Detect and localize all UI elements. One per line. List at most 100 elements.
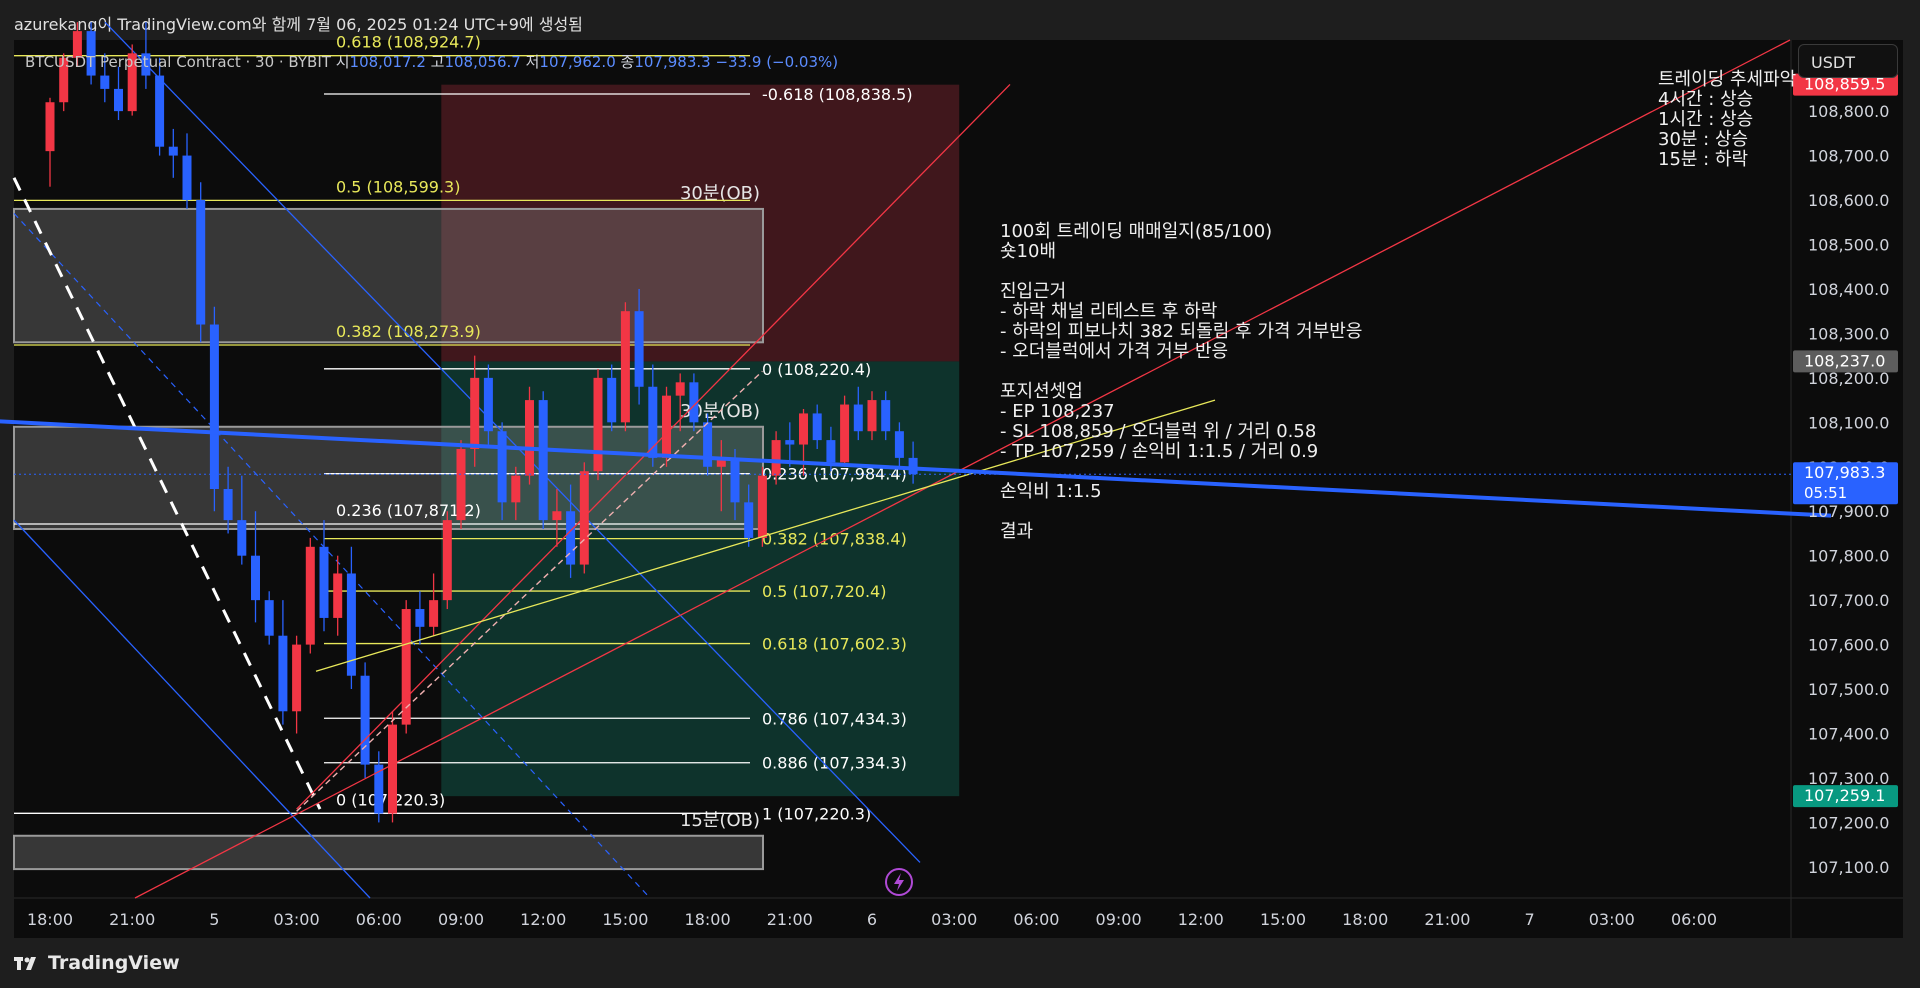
bar-countdown: 05:51 xyxy=(1804,484,1847,502)
note-line: 숏10배 xyxy=(1000,241,1057,262)
candle-body xyxy=(155,75,165,147)
candle-body xyxy=(237,520,247,556)
price-axis-tick: 107,500.0 xyxy=(1808,680,1889,699)
candle-body xyxy=(497,431,507,503)
candle-body xyxy=(100,75,110,89)
candle-body xyxy=(429,600,439,627)
candle-body xyxy=(894,431,904,458)
price-axis-tick: 107,900.0 xyxy=(1808,502,1889,521)
candle-body xyxy=(730,457,740,503)
low-label: 저 xyxy=(525,53,540,71)
candle-body xyxy=(333,573,343,618)
ohlc-legend: BTCUSDT Perpetual Contract · 30 · BYBIT … xyxy=(25,51,838,72)
fib-level-label: 0.786 (107,434.3) xyxy=(762,709,907,728)
note-line: - 오더블럭에서 가격 거부 반응 xyxy=(1000,341,1229,362)
candle-body xyxy=(607,377,617,423)
time-axis-label: 5 xyxy=(209,910,219,929)
candle-body xyxy=(251,555,260,601)
candle-body xyxy=(264,600,274,636)
tradingview-logo[interactable]: TradingView xyxy=(14,952,180,974)
time-axis-label: 21:00 xyxy=(109,910,155,929)
time-axis-label: 21:00 xyxy=(767,910,813,929)
time-axis-label: 7 xyxy=(1525,910,1535,929)
candle-body xyxy=(223,489,233,521)
price-axis-tick: 108,400.0 xyxy=(1808,280,1889,299)
candle-body xyxy=(442,520,452,601)
price-tag-text: 107,983.3 xyxy=(1804,463,1885,482)
price-axis-tick: 108,100.0 xyxy=(1808,413,1889,432)
note-line: 손익비 1:1.5 xyxy=(1000,481,1102,502)
trend-line: 1시간 : 상승 xyxy=(1658,109,1754,130)
time-axis-label: 15:00 xyxy=(1260,910,1306,929)
trend-line: 15분 : 하락 xyxy=(1658,149,1749,170)
candle-body xyxy=(593,377,603,472)
time-axis-label: 15:00 xyxy=(602,910,648,929)
candle-body xyxy=(292,644,302,712)
candle-body xyxy=(360,675,370,765)
tradingview-logo-icon xyxy=(14,957,36,970)
time-axis-label: 12:00 xyxy=(520,910,566,929)
candle-body xyxy=(662,395,671,458)
fib-level-label: 1 (107,220.3) xyxy=(762,804,871,823)
time-axis-label: 06:00 xyxy=(356,910,402,929)
candle-body xyxy=(305,546,315,645)
price-axis-tick: 107,200.0 xyxy=(1808,813,1889,832)
time-axis-label: 21:00 xyxy=(1424,910,1470,929)
order-block-box xyxy=(13,834,764,871)
time-axis-label: 03:00 xyxy=(274,910,320,929)
currency-button[interactable]: USDT xyxy=(1798,44,1898,78)
fib-level-label: 0 (108,220.4) xyxy=(762,360,871,379)
candle-body xyxy=(867,400,877,432)
note-line: 100회 트레이딩 매매일지(85/100) xyxy=(1000,221,1273,242)
open-value: 108,017.2 xyxy=(349,53,426,71)
candle-body xyxy=(853,404,863,432)
candle-body xyxy=(757,475,767,538)
candle-body xyxy=(278,635,288,712)
candle-body xyxy=(319,546,329,618)
price-axis-tick: 107,800.0 xyxy=(1808,547,1889,566)
time-axis-label: 06:00 xyxy=(1013,910,1059,929)
candle-body xyxy=(812,413,822,441)
candle-body xyxy=(114,88,123,112)
candle-body xyxy=(388,724,397,814)
candle-body xyxy=(634,311,644,387)
change-value: −33.9 (−0.03%) xyxy=(715,53,839,71)
time-axis-label: 6 xyxy=(867,910,877,929)
fib-level-label: 0.382 (107,838.4) xyxy=(762,530,907,549)
note-line: - TP 107,259 / 손익비 1:1.5 / 거리 0.9 xyxy=(1000,441,1319,462)
candle-body xyxy=(525,400,534,476)
price-chart[interactable]: 30분(OB)30분(OB)15분(OB) 0.618 (108,924.7)0… xyxy=(0,0,1920,988)
candle-body xyxy=(579,471,589,565)
close-label: 종 xyxy=(620,53,635,71)
candle-body xyxy=(744,502,754,538)
candle-body xyxy=(620,311,630,423)
trend-title: 트레이딩 추세파악 xyxy=(1658,69,1797,90)
price-axis-tick: 107,100.0 xyxy=(1808,858,1889,877)
open-label: 시 xyxy=(335,53,350,71)
fib-level-label: 0.618 (107,602.3) xyxy=(762,635,907,654)
time-axis-label: 06:00 xyxy=(1671,910,1717,929)
candle-body xyxy=(771,440,781,476)
candle-body xyxy=(209,324,219,490)
candle-body xyxy=(483,377,493,432)
note-line: - 하락의 피보나치 382 되돌림 후 가격 거부반응 xyxy=(1000,321,1363,342)
trade-note: 100회 트레이딩 매매일지(85/100) 숏10배 진입근거 - 하락 채널… xyxy=(1000,222,1362,542)
price-axis-tick: 107,700.0 xyxy=(1808,591,1889,610)
candle-body xyxy=(840,404,850,463)
price-axis-tick: 107,400.0 xyxy=(1808,725,1889,744)
fib-level-label: 0.618 (108,924.7) xyxy=(336,33,481,52)
candle-body xyxy=(168,146,178,156)
fib-level-label: -0.618 (108,838.5) xyxy=(762,85,913,104)
note-line: 진입근거 xyxy=(1000,281,1067,302)
candle-body xyxy=(196,200,206,325)
time-axis-label: 09:00 xyxy=(438,910,484,929)
price-axis-tick: 108,600.0 xyxy=(1808,191,1889,210)
price-tag-text: 108,237.0 xyxy=(1804,351,1885,370)
fib-level-label: 0.5 (108,599.3) xyxy=(336,177,460,196)
candle-body xyxy=(456,448,466,521)
symbol-name[interactable]: BTCUSDT Perpetual Contract · 30 · BYBIT xyxy=(25,53,331,71)
price-axis-tick: 107,300.0 xyxy=(1808,769,1889,788)
close-value: 107,983.3 xyxy=(634,53,711,71)
candle-body xyxy=(566,511,576,565)
fib-level-label: 0.886 (107,334.3) xyxy=(762,754,907,773)
